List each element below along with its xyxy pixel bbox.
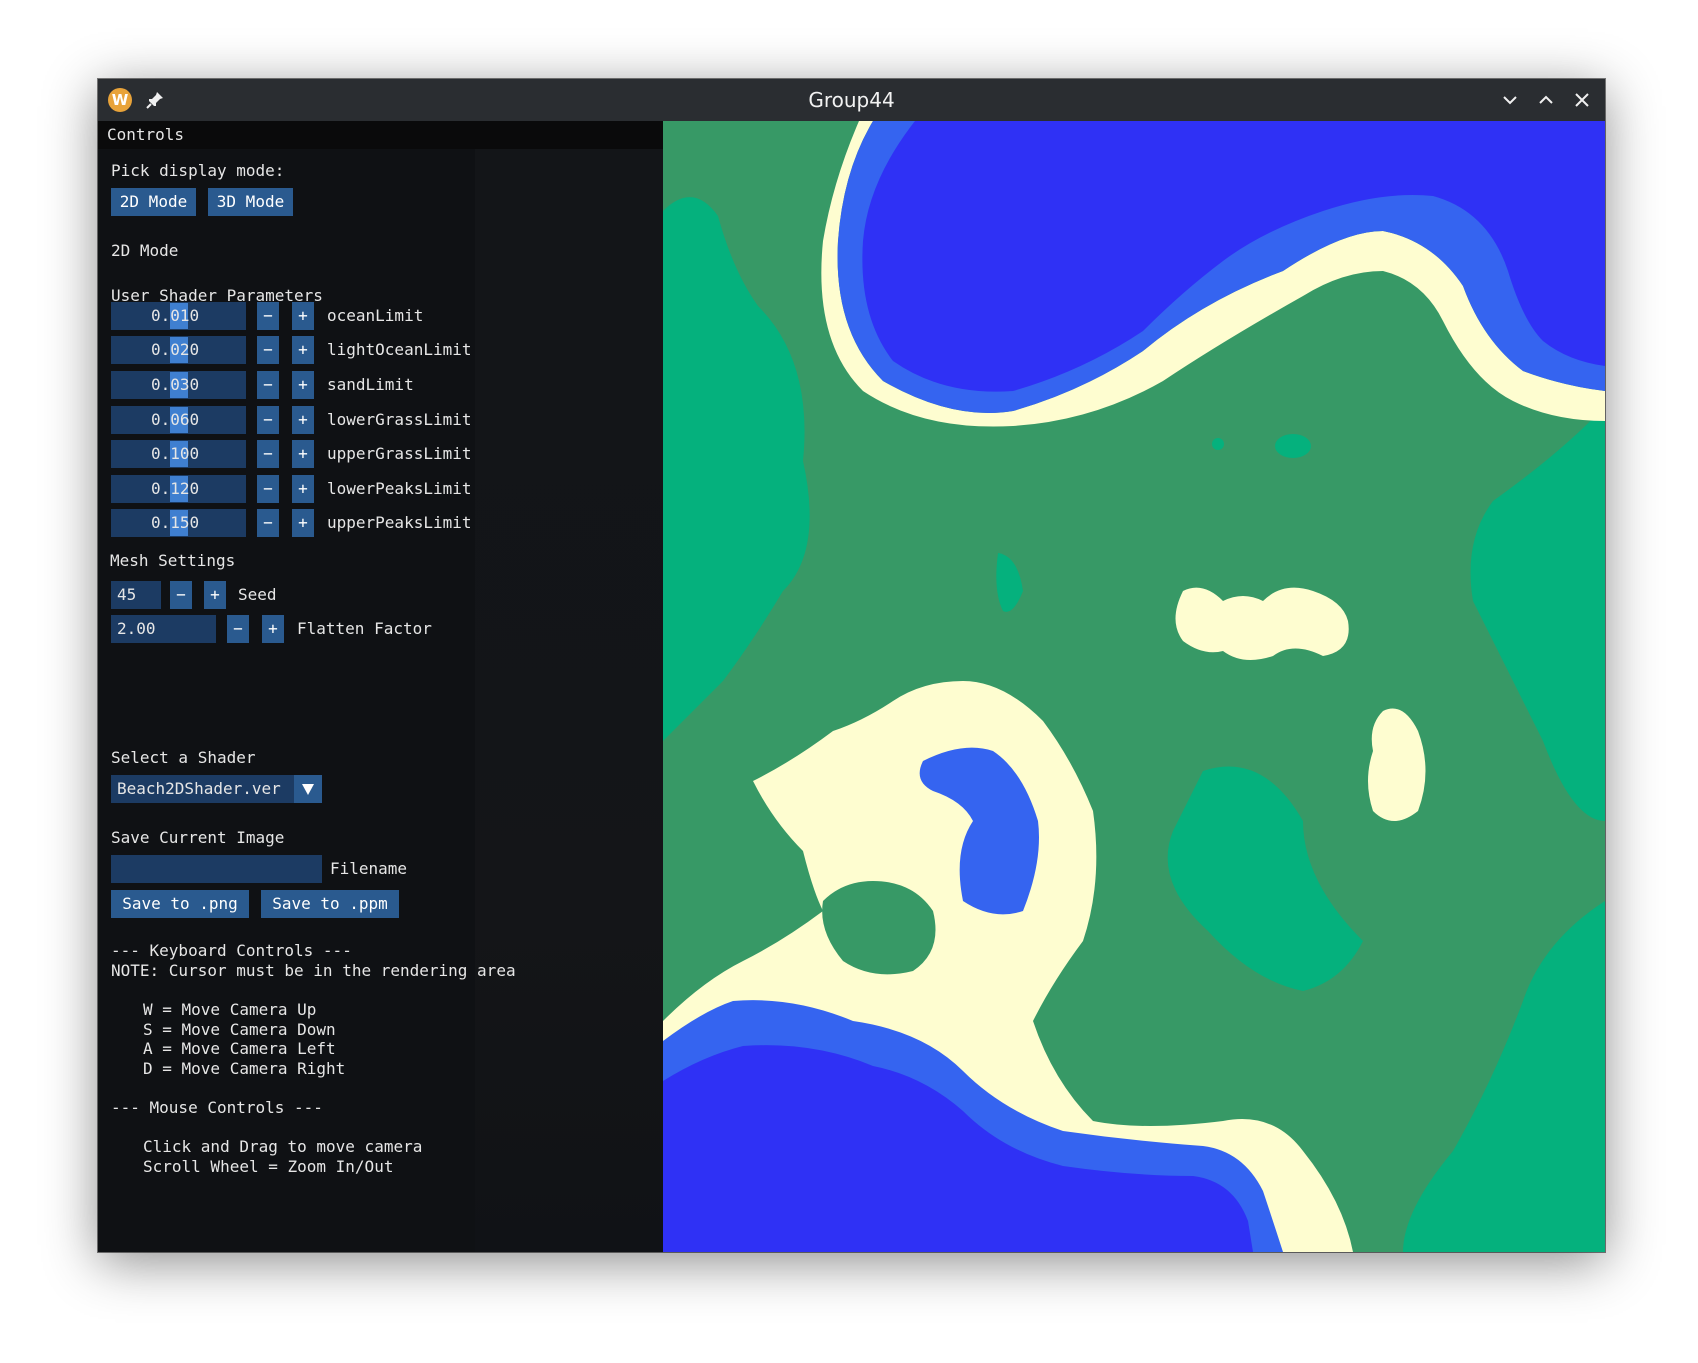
flatten-increment-button[interactable]: +	[262, 615, 284, 643]
param-value-field[interactable]: 0.020	[111, 336, 246, 364]
maximize-icon[interactable]	[1534, 88, 1558, 112]
param-label: oceanLimit	[327, 306, 424, 325]
triangle-down-icon	[302, 784, 314, 795]
mode-2d-button[interactable]: 2D Mode	[111, 188, 196, 216]
param-decrement-button[interactable]: −	[257, 509, 279, 537]
current-mode-label: 2D Mode	[111, 241, 179, 260]
display-mode-label: Pick display mode:	[111, 161, 285, 180]
seed-value: 45	[117, 585, 137, 604]
param-decrement-button[interactable]: −	[257, 406, 279, 434]
keyboard-controls-heading: --- Keyboard Controls ---	[111, 941, 352, 960]
param-decrement-button[interactable]: −	[257, 440, 279, 468]
window-title: Group44	[808, 88, 895, 112]
controls-header[interactable]: Controls	[98, 121, 663, 149]
keyboard-line: D = Move Camera Right	[143, 1059, 346, 1078]
keyboard-line: S = Move Camera Down	[143, 1020, 336, 1039]
close-icon[interactable]	[1570, 88, 1594, 112]
param-decrement-button[interactable]: −	[257, 475, 279, 503]
param-value-field[interactable]: 0.150	[111, 509, 246, 537]
param-label: upperPeaksLimit	[327, 513, 472, 532]
param-label: lowerGrassLimit	[327, 410, 472, 429]
mesh-settings-heading: Mesh Settings	[110, 551, 236, 570]
shader-select-value: Beach2DShader.ver	[117, 779, 281, 798]
filename-label: Filename	[330, 859, 408, 878]
param-decrement-button[interactable]: −	[257, 336, 279, 364]
dropdown-arrow[interactable]	[294, 775, 322, 803]
param-label: lightOceanLimit	[327, 340, 472, 359]
param-increment-button[interactable]: +	[292, 302, 314, 330]
app-window: W Group44 Controls Pick display mode: 2D…	[98, 79, 1605, 1252]
render-area[interactable]	[663, 121, 1605, 1252]
title-bar[interactable]: W Group44	[98, 79, 1605, 121]
param-increment-button[interactable]: +	[292, 336, 314, 364]
seed-field[interactable]: 45	[111, 581, 161, 609]
mouse-controls-heading: --- Mouse Controls ---	[111, 1098, 323, 1117]
param-increment-button[interactable]: +	[292, 406, 314, 434]
param-value-field[interactable]: 0.010	[111, 302, 246, 330]
param-increment-button[interactable]: +	[292, 475, 314, 503]
filename-input[interactable]	[111, 855, 322, 883]
flatten-factor-label: Flatten Factor	[297, 619, 432, 638]
seed-decrement-button[interactable]: −	[170, 581, 192, 609]
param-value: 0.010	[151, 306, 200, 325]
keyboard-line: A = Move Camera Left	[143, 1039, 336, 1058]
param-label: upperGrassLimit	[327, 444, 472, 463]
param-value: 0.150	[151, 513, 200, 532]
param-value: 0.030	[151, 375, 200, 394]
mouse-line: Scroll Wheel = Zoom In/Out	[143, 1157, 394, 1176]
param-value: 0.060	[151, 410, 200, 429]
param-label: lowerPeaksLimit	[327, 479, 472, 498]
minimize-icon[interactable]	[1498, 88, 1522, 112]
param-value: 0.120	[151, 479, 200, 498]
param-value-field[interactable]: 0.030	[111, 371, 246, 399]
param-value-field[interactable]: 0.120	[111, 475, 246, 503]
param-value: 0.100	[151, 444, 200, 463]
save-image-heading: Save Current Image	[111, 828, 285, 847]
save-png-button[interactable]: Save to .png	[111, 890, 249, 918]
keyboard-line: W = Move Camera Up	[143, 1000, 317, 1019]
flatten-factor-field[interactable]: 2.00	[111, 615, 216, 643]
mode-3d-button[interactable]: 3D Mode	[208, 188, 293, 216]
upper-grass-region	[1212, 438, 1224, 450]
controls-panel: Controls Pick display mode: 2D Mode 3D M…	[98, 121, 663, 1252]
param-value: 0.020	[151, 340, 200, 359]
keyboard-note: NOTE: Cursor must be in the rendering ar…	[111, 961, 516, 980]
upper-grass-region	[1275, 434, 1311, 458]
param-label: sandLimit	[327, 375, 414, 394]
param-increment-button[interactable]: +	[292, 509, 314, 537]
mouse-line: Click and Drag to move camera	[143, 1137, 423, 1156]
param-decrement-button[interactable]: −	[257, 371, 279, 399]
param-increment-button[interactable]: +	[292, 371, 314, 399]
seed-label: Seed	[238, 585, 277, 604]
param-decrement-button[interactable]: −	[257, 302, 279, 330]
param-value-field[interactable]: 0.060	[111, 406, 246, 434]
param-value-field[interactable]: 0.100	[111, 440, 246, 468]
save-ppm-button[interactable]: Save to .ppm	[261, 890, 399, 918]
param-increment-button[interactable]: +	[292, 440, 314, 468]
shader-select-label: Select a Shader	[111, 748, 256, 767]
flatten-decrement-button[interactable]: −	[227, 615, 249, 643]
seed-increment-button[interactable]: +	[204, 581, 226, 609]
shader-select[interactable]: Beach2DShader.ver	[111, 775, 322, 803]
flatten-factor-value: 2.00	[117, 619, 156, 638]
